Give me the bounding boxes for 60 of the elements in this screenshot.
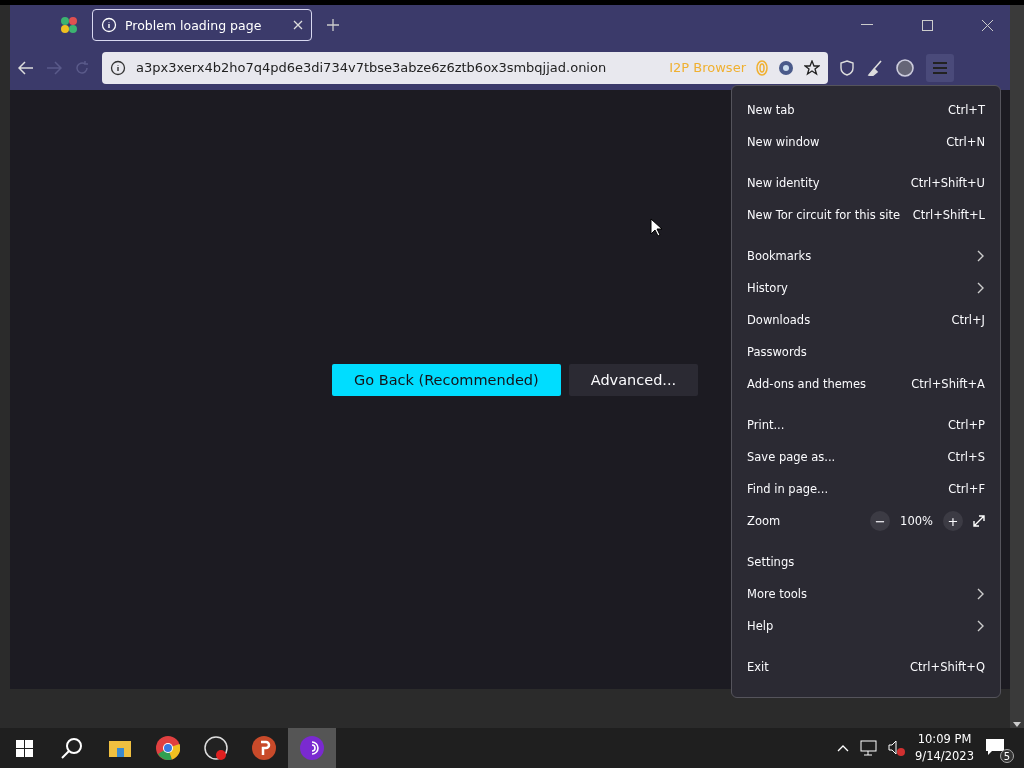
menu-item[interactable]: Downloads Ctrl+J xyxy=(732,304,1000,336)
zoom-out-button[interactable]: − xyxy=(870,511,891,531)
speaker-muted-icon[interactable] xyxy=(887,740,906,756)
go-back-button[interactable]: Go Back (Recommended) xyxy=(332,363,561,396)
chevron-right-icon xyxy=(977,620,985,632)
onion-logo-icon[interactable] xyxy=(300,736,324,760)
chevron-right-icon xyxy=(977,588,985,600)
maximize-icon[interactable] xyxy=(921,19,933,31)
menu-item[interactable]: New window Ctrl+N xyxy=(732,126,1000,158)
clock-time: 10:09 PM xyxy=(917,731,972,748)
menu-item[interactable]: Save page as... Ctrl+S xyxy=(732,441,1000,473)
menu-item[interactable]: Exit Ctrl+Shift+Q xyxy=(732,651,1000,683)
menu-item[interactable]: More tools xyxy=(732,578,1000,610)
extension-icon[interactable] xyxy=(778,59,794,76)
app-grid-icon[interactable] xyxy=(60,16,78,34)
menu-item[interactable]: Settings xyxy=(732,546,1000,578)
fullscreen-icon[interactable] xyxy=(973,515,985,527)
menu-item[interactable]: Add-ons and themes Ctrl+Shift+A xyxy=(732,368,1000,400)
search-icon[interactable] xyxy=(61,737,83,759)
close-icon[interactable] xyxy=(293,20,303,30)
folder-icon[interactable] xyxy=(109,739,131,757)
chevron-right-icon xyxy=(977,250,985,262)
windows-logo-icon[interactable] xyxy=(15,739,33,757)
zoom-in-button[interactable]: + xyxy=(943,511,963,531)
notifications-button[interactable]: 5 xyxy=(984,733,1014,763)
fingerprint-icon xyxy=(756,59,768,76)
new-tab-icon[interactable] xyxy=(326,18,340,32)
address-bar[interactable]: a3px3xerx4b2ho7q4pd6e3di734v7tbse3abze6z6ztb6ox3smbqjjad.onion I2P Browser xyxy=(102,51,828,84)
menu-item[interactable]: New tab Ctrl+T xyxy=(732,94,1000,126)
menu-item[interactable]: Bookmarks xyxy=(732,240,1000,272)
star-icon[interactable] xyxy=(804,59,820,76)
menu-item[interactable]: Print... Ctrl+P xyxy=(732,409,1000,441)
browser-label: I2P Browser xyxy=(669,60,746,75)
close-icon[interactable] xyxy=(981,19,993,31)
advanced-button[interactable]: Advanced... xyxy=(568,363,699,396)
record-app-icon[interactable] xyxy=(204,736,228,760)
menu-label: Zoom xyxy=(747,514,781,528)
menu-item[interactable]: Help xyxy=(732,610,1000,642)
menu-item[interactable]: Find in page... Ctrl+F xyxy=(732,473,1000,505)
back-icon[interactable] xyxy=(18,60,34,75)
chevron-right-icon xyxy=(977,282,985,294)
shield-icon[interactable] xyxy=(840,59,854,76)
browser-tab[interactable]: Problem loading page xyxy=(92,9,312,41)
browser-logo-icon[interactable] xyxy=(156,736,180,760)
info-icon xyxy=(101,17,117,33)
menu-item[interactable]: History xyxy=(732,272,1000,304)
p-logo-icon[interactable] xyxy=(252,736,276,760)
menu-item[interactable]: New Tor circuit for this site Ctrl+Shift+L xyxy=(732,199,1000,231)
zoom-level: 100% xyxy=(900,514,933,528)
extension-icon[interactable] xyxy=(896,58,914,77)
menu-item[interactable]: Passwords xyxy=(732,336,1000,368)
url-text: a3px3xerx4b2ho7q4pd6e3di734v7tbse3abze6z6ztb6ox3smbqjjad.onion xyxy=(136,60,608,75)
tab-title: Problem loading page xyxy=(125,17,263,33)
info-icon xyxy=(110,59,126,76)
network-icon[interactable] xyxy=(859,740,878,756)
mouse-cursor-icon xyxy=(650,218,662,237)
clock-date: 9/14/2023 xyxy=(915,748,974,765)
minimize-icon[interactable] xyxy=(861,24,873,26)
menu-item[interactable]: New identity Ctrl+Shift+U xyxy=(732,167,1000,199)
chevron-up-icon[interactable] xyxy=(837,744,850,752)
